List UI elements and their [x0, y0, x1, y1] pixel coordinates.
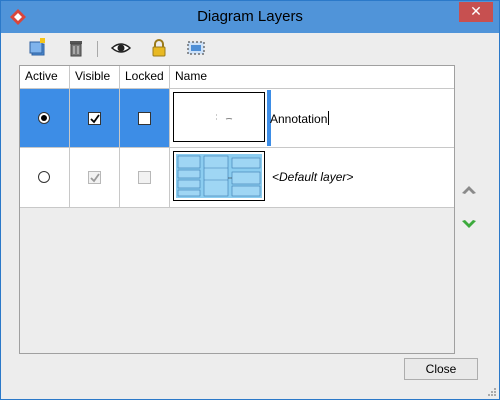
delete-layer-button[interactable] — [65, 37, 87, 59]
window-close-button[interactable]: ✕ — [459, 2, 493, 22]
column-header-name[interactable]: Name — [170, 66, 454, 88]
diagram-layers-dialog: Diagram Layers ✕ Active Visible Locked N… — [0, 0, 500, 400]
text-caret — [328, 111, 330, 125]
lock-icon — [152, 39, 166, 57]
active-radio[interactable] — [38, 112, 50, 124]
active-radio[interactable] — [38, 171, 50, 183]
name-cell[interactable]: <Default layer> — [170, 148, 454, 208]
move-down-icon[interactable] — [460, 215, 478, 233]
layer-name-text: Annotation — [270, 112, 328, 126]
check-icon — [90, 114, 100, 124]
delete-icon — [70, 41, 82, 57]
title-bar: Diagram Layers ✕ — [1, 1, 499, 33]
resize-grip-icon[interactable] — [487, 387, 497, 397]
table-row[interactable]: <Default layer> — [20, 148, 454, 208]
layer-thumbnail — [173, 151, 265, 201]
move-up-icon[interactable] — [460, 181, 478, 199]
layer-name-editor[interactable]: Annotation — [270, 111, 330, 126]
layer-name-text: <Default layer> — [272, 170, 354, 184]
diagram-preview-icon — [176, 154, 262, 198]
active-cell[interactable] — [20, 89, 70, 148]
layer-thumbnail — [173, 92, 265, 142]
column-header-locked[interactable]: Locked — [120, 66, 170, 88]
locked-cell[interactable] — [120, 148, 170, 208]
layers-table: Active Visible Locked Name Annotation <D… — [19, 65, 455, 354]
new-layer-button[interactable] — [27, 37, 49, 59]
new-layer-icon — [29, 38, 45, 56]
eye-icon — [110, 43, 132, 53]
locked-checkbox[interactable] — [138, 112, 151, 125]
visible-cell[interactable] — [70, 89, 120, 148]
check-icon — [90, 173, 100, 183]
annotation-preview-icon — [216, 114, 233, 120]
table-row[interactable]: Annotation — [20, 89, 454, 148]
visible-checkbox[interactable] — [88, 171, 101, 184]
locked-cell[interactable] — [120, 89, 170, 148]
column-header-visible[interactable]: Visible — [70, 66, 120, 88]
window-title: Diagram Layers — [197, 8, 303, 25]
select-icon — [187, 41, 205, 55]
close-button[interactable]: Close — [404, 358, 478, 380]
toggle-visibility-button[interactable] — [110, 37, 132, 59]
visible-checkbox[interactable] — [88, 112, 101, 125]
table-header: Active Visible Locked Name — [20, 66, 454, 89]
select-layer-elements-button[interactable] — [185, 37, 207, 59]
toolbar-separator — [97, 41, 98, 57]
locked-checkbox[interactable] — [138, 171, 151, 184]
active-cell[interactable] — [20, 148, 70, 208]
visible-cell[interactable] — [70, 148, 120, 208]
column-header-active[interactable]: Active — [20, 66, 70, 88]
name-cell[interactable]: Annotation — [170, 89, 454, 148]
toggle-lock-button[interactable] — [148, 37, 170, 59]
